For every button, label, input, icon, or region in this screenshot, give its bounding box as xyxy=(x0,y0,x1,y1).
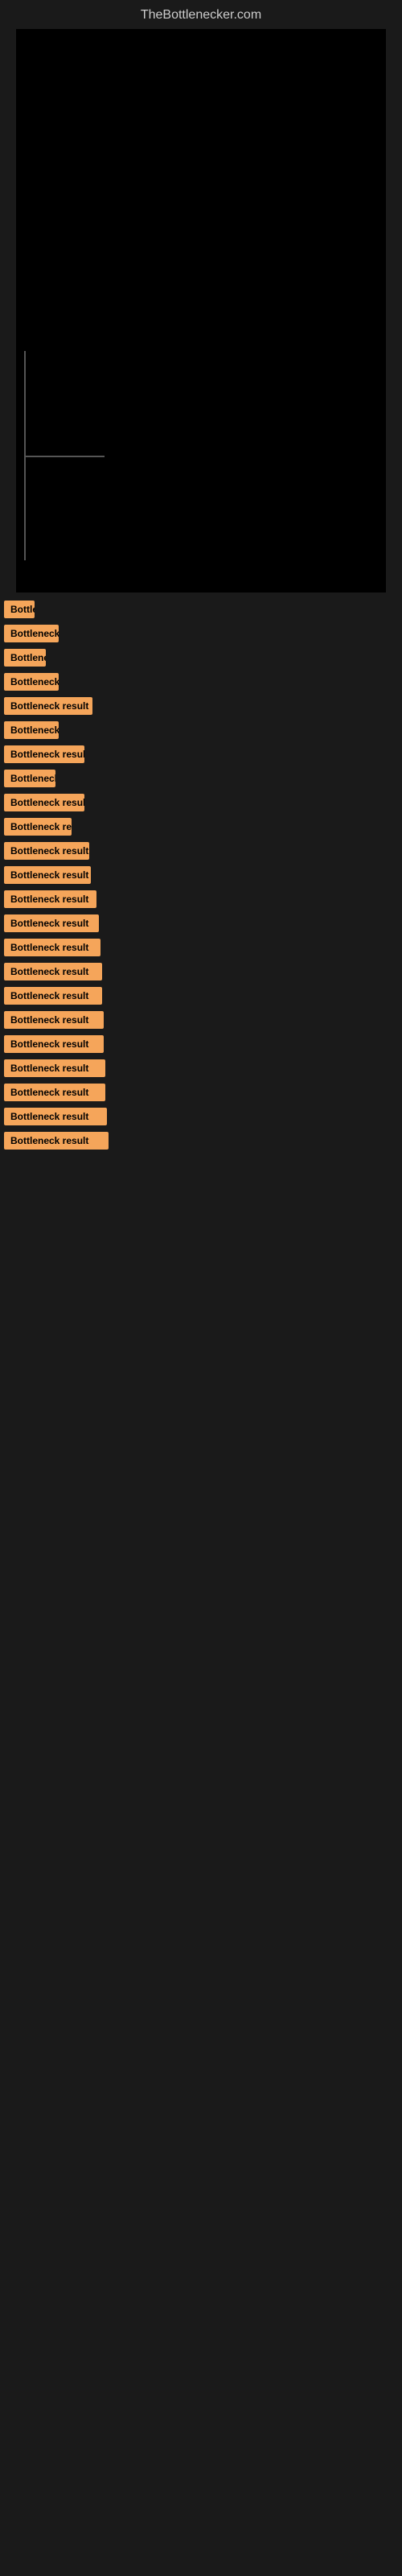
list-item: Bottleneck result xyxy=(4,914,398,932)
bottleneck-badge: Bottleneck result xyxy=(4,673,59,691)
list-item: Bottleneck result xyxy=(4,842,398,860)
bottleneck-badge: Bottleneck result xyxy=(4,697,92,715)
list-item: Bottleneck result xyxy=(4,866,398,884)
list-item: Bottleneck result xyxy=(4,1108,398,1125)
list-item: Bottleneck result xyxy=(4,770,398,787)
bottleneck-badge: Bottleneck result xyxy=(4,914,99,932)
list-item: Bottleneck result xyxy=(4,649,398,667)
bottleneck-badge: Bottleneck result xyxy=(4,1132,109,1150)
bottleneck-badge: Bottleneck result xyxy=(4,1011,104,1029)
bottleneck-badge: Bottleneck result xyxy=(4,601,35,618)
bottleneck-badge: Bottleneck result xyxy=(4,721,59,739)
list-item: Bottleneck result xyxy=(4,890,398,908)
bottleneck-badge: Bottleneck result xyxy=(4,818,72,836)
list-item: Bottleneck result xyxy=(4,745,398,763)
bottleneck-badge: Bottleneck result xyxy=(4,939,100,956)
bottleneck-badge: Bottleneck result xyxy=(4,842,89,860)
list-item: Bottleneck result xyxy=(4,625,398,642)
bottleneck-badge: Bottleneck result xyxy=(4,987,102,1005)
bottleneck-badge: Bottleneck result xyxy=(4,1084,105,1101)
list-item: Bottleneck result xyxy=(4,1059,398,1077)
list-item: Bottleneck result xyxy=(4,963,398,980)
bottleneck-badge: Bottleneck result xyxy=(4,649,46,667)
list-item: Bottleneck result xyxy=(4,1132,398,1150)
bottleneck-badge: Bottleneck result xyxy=(4,1059,105,1077)
list-item: Bottleneck result xyxy=(4,673,398,691)
axis-line-bottom xyxy=(24,456,105,457)
list-item: Bottleneck result xyxy=(4,987,398,1005)
bottleneck-badge: Bottleneck result xyxy=(4,770,55,787)
bottleneck-badge: Bottleneck result xyxy=(4,1035,104,1053)
list-item: Bottleneck result xyxy=(4,1084,398,1101)
bottleneck-badge: Bottleneck result xyxy=(4,1108,107,1125)
list-item: Bottleneck result xyxy=(4,697,398,715)
list-item: Bottleneck result xyxy=(4,794,398,811)
results-section: Bottleneck result Bottleneck result Bottle… xyxy=(0,592,402,1164)
bottleneck-badge: Bottleneck result xyxy=(4,866,91,884)
list-item: Bottleneck result xyxy=(4,818,398,836)
list-item: Bottleneck result xyxy=(4,601,398,618)
list-item: Bottleneck result xyxy=(4,721,398,739)
bottleneck-badge: Bottleneck result xyxy=(4,890,96,908)
bottleneck-badge: Bottleneck result xyxy=(4,794,84,811)
bottleneck-badge: Bottleneck result xyxy=(4,625,59,642)
bottleneck-badge: Bottleneck result xyxy=(4,745,84,763)
list-item: Bottleneck result xyxy=(4,1035,398,1053)
bottleneck-badge: Bottleneck result xyxy=(4,963,102,980)
list-item: Bottleneck result xyxy=(4,939,398,956)
chart-area xyxy=(16,29,386,592)
list-item: Bottleneck result xyxy=(4,1011,398,1029)
site-title: TheBottlenecker.com xyxy=(0,0,402,29)
